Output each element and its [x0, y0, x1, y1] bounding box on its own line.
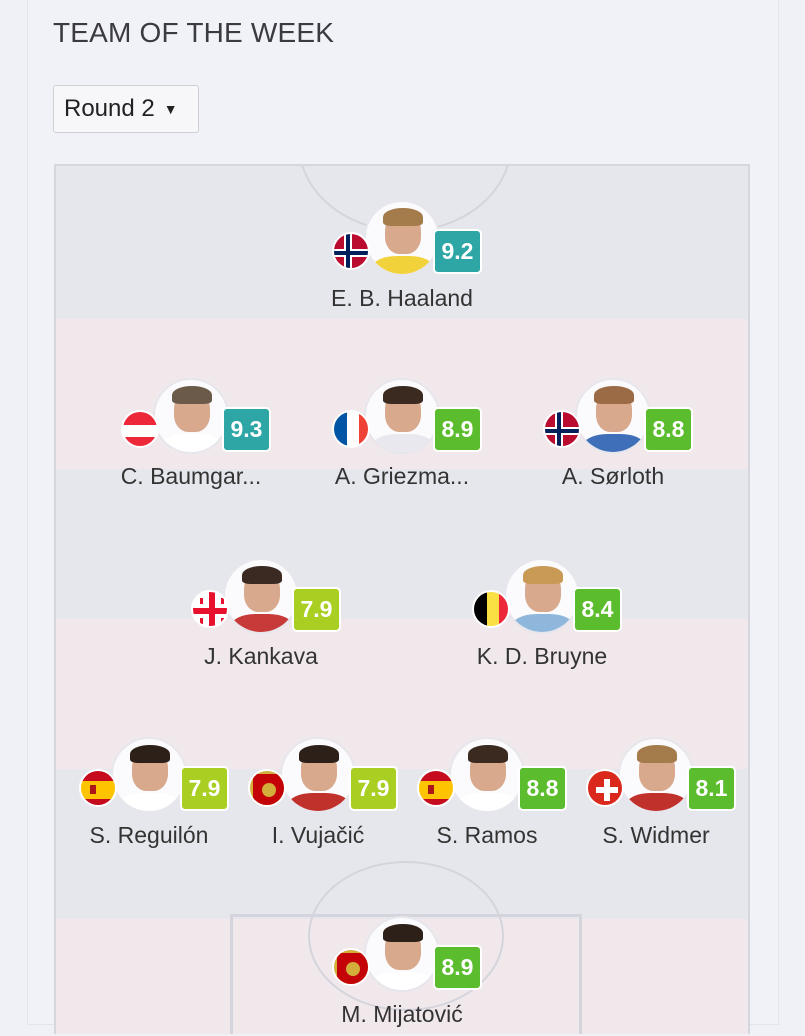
- player-photo: [111, 737, 187, 813]
- player-name: J. Kankava: [204, 643, 318, 669]
- player-photo: [575, 378, 651, 454]
- spain-flag-icon: [79, 769, 117, 807]
- belgium-flag-icon: [472, 590, 510, 628]
- player-name: A. Griezma...: [334, 463, 470, 489]
- player-card[interactable]: 8.1 S. Widmer: [546, 737, 766, 857]
- montenegro-flag-icon: [332, 948, 370, 986]
- player-name: E. B. Haaland: [331, 285, 473, 311]
- player-photo: [364, 378, 440, 454]
- caret-down-icon: ▼: [163, 101, 178, 117]
- player-card[interactable]: 8.8 A. Sørloth: [503, 378, 723, 498]
- player-rating-badge: 8.9: [433, 407, 482, 452]
- round-dropdown-value: Round 2: [64, 95, 155, 122]
- switzerland-flag-icon: [586, 769, 624, 807]
- player-rating-badge: 9.3: [222, 407, 271, 452]
- player-photo: [364, 200, 440, 276]
- georgia-flag-icon: [191, 590, 229, 628]
- page-title: TEAM OF THE WEEK: [53, 17, 335, 48]
- player-photo: [280, 737, 356, 813]
- norway-flag-icon: [543, 410, 581, 448]
- player-card[interactable]: 8.9 M. Mijatović: [292, 916, 512, 1036]
- player-photo: [618, 737, 694, 813]
- player-rating-badge: 7.9: [292, 587, 341, 632]
- spain-flag-icon: [417, 769, 455, 807]
- player-card[interactable]: 9.3 C. Baumgar...: [81, 378, 301, 498]
- player-photo: [504, 558, 580, 634]
- player-card[interactable]: 9.2 E. B. Haaland: [292, 200, 512, 320]
- montenegro-flag-icon: [248, 769, 286, 807]
- player-card[interactable]: 7.9 J. Kankava: [151, 558, 371, 678]
- round-dropdown[interactable]: Round 2 ▼: [53, 85, 199, 133]
- player-photo: [364, 916, 440, 992]
- norway-flag-icon: [332, 232, 370, 270]
- player-name: K. D. Bruyne: [476, 643, 608, 669]
- player-name: S. Widmer: [602, 822, 710, 848]
- player-rating-badge: 8.1: [687, 766, 736, 811]
- player-card[interactable]: 8.4 K. D. Bruyne: [432, 558, 652, 678]
- player-photo: [153, 378, 229, 454]
- player-name: C. Baumgar...: [120, 463, 262, 489]
- player-rating-badge: 9.2: [433, 229, 482, 274]
- player-card[interactable]: 8.9 A. Griezma...: [292, 378, 512, 498]
- player-rating-badge: 8.4: [573, 587, 622, 632]
- france-flag-icon: [332, 410, 370, 448]
- player-photo: [223, 558, 299, 634]
- player-rating-badge: 8.9: [433, 945, 482, 990]
- player-rating-badge: 8.8: [644, 407, 693, 452]
- austria-flag-icon: [121, 410, 159, 448]
- player-photo: [449, 737, 525, 813]
- player-name: A. Sørloth: [561, 463, 665, 489]
